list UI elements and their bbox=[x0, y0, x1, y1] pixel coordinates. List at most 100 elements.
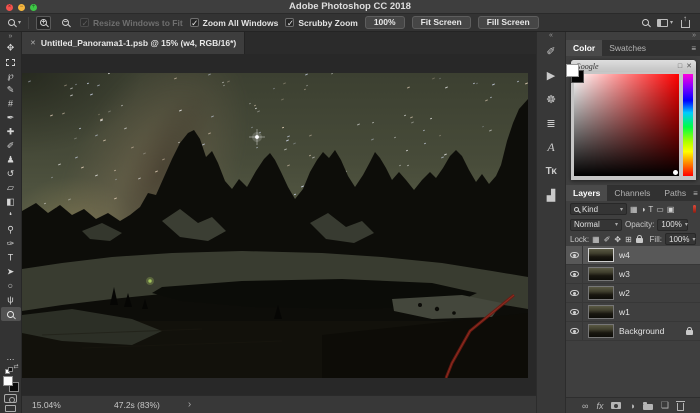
zoom-level[interactable]: 15.04% bbox=[32, 400, 90, 410]
close-window-icon[interactable]: × bbox=[6, 4, 13, 11]
google-window-titlebar[interactable]: Google □ ✕ bbox=[571, 60, 696, 72]
tab-paths[interactable]: Paths bbox=[657, 185, 693, 201]
panel-menu-icon[interactable]: ≡ bbox=[691, 40, 700, 56]
foreground-color-swatch[interactable] bbox=[566, 64, 579, 77]
document-tab[interactable]: ✕ Untitled_Panorama1-1.psb @ 15% (w4, RG… bbox=[22, 32, 245, 54]
zoom-100-button[interactable]: 100% bbox=[365, 16, 405, 29]
tool-path-selection[interactable]: ➤ bbox=[1, 265, 21, 279]
dock-brush-settings-icon[interactable]: ✐ bbox=[539, 40, 564, 63]
quick-mask-icon[interactable] bbox=[4, 394, 17, 403]
restore-window-icon[interactable]: □ bbox=[678, 63, 682, 70]
filter-adjustment-icon[interactable]: ◑ bbox=[641, 205, 646, 214]
expand-dock-icon[interactable]: « bbox=[537, 32, 565, 40]
link-layers-icon[interactable]: ∞ bbox=[582, 401, 588, 411]
dock-filter-wheel-icon[interactable]: ☸ bbox=[539, 88, 564, 111]
zoom-window-icon[interactable]: + bbox=[30, 4, 37, 11]
tool-crop[interactable]: # bbox=[1, 97, 21, 111]
tool-eraser[interactable]: ▱ bbox=[1, 181, 21, 195]
adjustment-layer-icon[interactable]: ◑ bbox=[629, 401, 634, 411]
tool-eyedropper[interactable]: ✒ bbox=[1, 111, 21, 125]
panorama-image[interactable] bbox=[22, 73, 528, 378]
saturation-brightness-picker[interactable] bbox=[574, 74, 679, 176]
minimize-window-icon[interactable]: − bbox=[18, 4, 25, 11]
tool-ellipse[interactable]: ○ bbox=[1, 279, 21, 293]
lock-transparency-icon[interactable]: ▦ bbox=[592, 235, 600, 244]
filter-image-icon[interactable]: ▦ bbox=[630, 205, 638, 214]
tool-brush[interactable]: ✐ bbox=[1, 139, 21, 153]
dock-clone-source-icon[interactable]: ≣ bbox=[539, 112, 564, 135]
fill-screen-button[interactable]: Fill Screen bbox=[478, 16, 539, 29]
filter-shape-icon[interactable]: ▭ bbox=[656, 205, 664, 214]
document-canvas[interactable] bbox=[22, 54, 536, 395]
dock-histogram-icon[interactable]: ▟ bbox=[539, 184, 564, 207]
fill-dropdown[interactable]: 100% ▾ bbox=[665, 233, 696, 245]
tool-blur[interactable]: ❛ bbox=[1, 209, 21, 223]
opacity-dropdown[interactable]: 100% ▾ bbox=[657, 219, 688, 231]
tool-gradient[interactable]: ◧ bbox=[1, 195, 21, 209]
visibility-toggle[interactable] bbox=[566, 284, 583, 302]
collapse-panels-icon[interactable]: » bbox=[566, 32, 700, 40]
filter-smart-object-icon[interactable]: ▣ bbox=[667, 205, 675, 214]
filter-toggle-icon[interactable] bbox=[693, 205, 696, 213]
tab-close-icon[interactable]: ✕ bbox=[30, 39, 36, 47]
tool-spot-healing-brush[interactable]: ✚ bbox=[1, 125, 21, 139]
dock-glyphs-icon[interactable]: A bbox=[539, 136, 564, 159]
zoom-all-windows-checkbox[interactable]: Zoom All Windows bbox=[190, 18, 279, 28]
default-colors-icon[interactable]: ⇄ bbox=[5, 365, 17, 374]
close-window-icon[interactable]: ✕ bbox=[686, 63, 692, 70]
scrubby-zoom-checkbox[interactable]: Scrubby Zoom bbox=[285, 18, 358, 28]
tool-rectangular-marquee[interactable] bbox=[1, 55, 21, 69]
tab-layers[interactable]: Layers bbox=[566, 185, 607, 201]
lock-position-icon[interactable]: ✥ bbox=[614, 235, 621, 244]
tool-clone-stamp[interactable]: ♟ bbox=[1, 153, 21, 167]
screen-mode-icon[interactable] bbox=[5, 405, 16, 412]
lock-all-icon[interactable] bbox=[636, 238, 643, 243]
lock-pixels-icon[interactable]: ✐ bbox=[604, 235, 611, 244]
tab-swatches[interactable]: Swatches bbox=[602, 40, 653, 56]
visibility-toggle[interactable] bbox=[566, 303, 583, 321]
tool-pen[interactable]: ✑ bbox=[1, 237, 21, 251]
panel-menu-icon[interactable]: ≡ bbox=[693, 185, 700, 201]
add-mask-icon[interactable] bbox=[611, 402, 621, 409]
workspace-switcher[interactable]: ▾ bbox=[657, 19, 673, 27]
visibility-toggle[interactable] bbox=[566, 265, 583, 283]
layer-row-w1[interactable]: w1 bbox=[566, 303, 700, 322]
filter-type-icon[interactable]: T bbox=[648, 205, 653, 214]
tab-color[interactable]: Color bbox=[566, 40, 602, 56]
layer-style-icon[interactable]: fx bbox=[596, 401, 603, 411]
new-layer-icon[interactable]: ❏ bbox=[661, 400, 669, 411]
delete-layer-icon[interactable] bbox=[677, 403, 684, 411]
layer-row-w4[interactable]: w4 bbox=[566, 246, 700, 265]
tool-history-brush[interactable]: ↺ bbox=[1, 167, 21, 181]
status-chevron-icon[interactable]: › bbox=[188, 400, 191, 410]
color-picker-cursor[interactable] bbox=[673, 170, 678, 175]
new-group-icon[interactable] bbox=[643, 404, 653, 410]
blend-mode-dropdown[interactable]: Normal ▾ bbox=[570, 219, 622, 231]
zoom-out-button[interactable]: − bbox=[58, 16, 73, 30]
tool-move[interactable]: ✥ bbox=[1, 41, 21, 55]
layer-row-background[interactable]: Background bbox=[566, 322, 700, 341]
search-icon[interactable] bbox=[642, 19, 649, 26]
tool-quick-selection[interactable]: ✎ bbox=[1, 83, 21, 97]
filter-kind-dropdown[interactable]: Kind ▾ bbox=[570, 203, 627, 215]
zoom-in-button[interactable]: + bbox=[36, 16, 51, 30]
active-tool-button[interactable]: ▾ bbox=[8, 19, 21, 26]
tool-lasso[interactable]: ℘ bbox=[1, 69, 21, 83]
tool-zoom[interactable] bbox=[1, 307, 21, 321]
visibility-toggle[interactable] bbox=[566, 246, 583, 264]
tab-channels[interactable]: Channels bbox=[607, 185, 657, 201]
tool-dodge[interactable]: ⚲ bbox=[1, 223, 21, 237]
layer-row-w2[interactable]: w2 bbox=[566, 284, 700, 303]
fit-screen-button[interactable]: Fit Screen bbox=[412, 16, 471, 29]
dock-tk-panel-icon[interactable]: Tᴋ bbox=[539, 160, 564, 183]
share-icon[interactable] bbox=[681, 20, 690, 28]
tool-type[interactable]: T bbox=[1, 251, 21, 265]
tool-hand[interactable]: ψ bbox=[1, 293, 21, 307]
foreground-color-swatch[interactable] bbox=[3, 376, 13, 386]
hue-slider[interactable] bbox=[683, 74, 693, 176]
collapse-toolbar-icon[interactable]: » bbox=[9, 33, 13, 41]
visibility-toggle[interactable] bbox=[566, 322, 583, 340]
lock-artboard-icon[interactable]: ⊞ bbox=[625, 235, 632, 244]
swap-colors-icon[interactable]: ⇄ bbox=[13, 363, 18, 370]
dock-actions-icon[interactable]: ▶ bbox=[539, 64, 564, 87]
